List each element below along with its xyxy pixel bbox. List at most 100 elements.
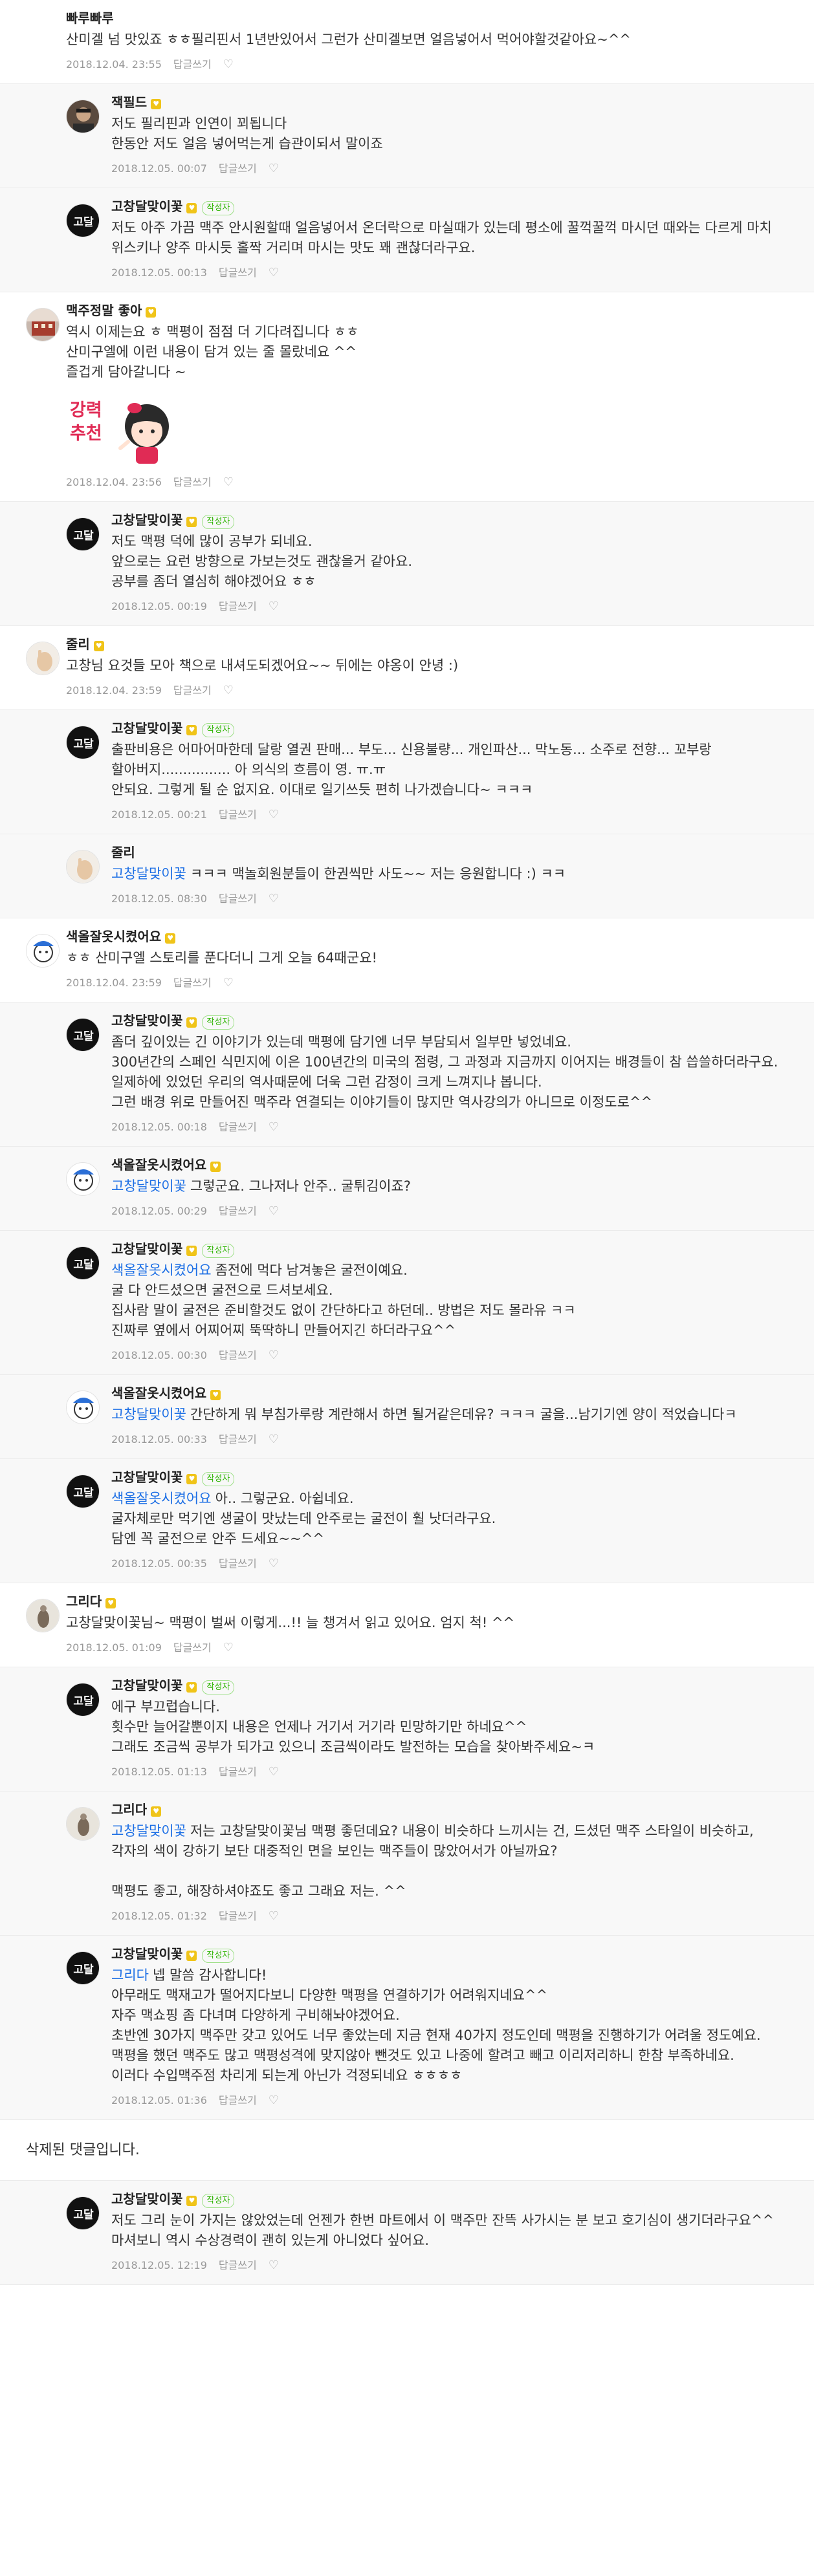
comment-meta: 2018.12.04. 23:56 답글쓰기 ♡ [66,475,788,490]
mention-link[interactable]: 고창달맞이꽃 [111,866,186,882]
heart-icon[interactable]: ♡ [223,475,234,489]
heart-icon[interactable]: ♡ [269,2258,279,2272]
heart-icon[interactable]: ♡ [269,1433,279,1446]
svg-text:고달: 고달 [73,737,94,751]
member-level-icon: ♥ [186,1473,197,1484]
avatar[interactable] [66,850,100,883]
reply-button[interactable]: 답글쓰기 [219,162,257,175]
reply-comment: 고달 고창달맞이꽃 ♥ 작성자 출판비용은 어마어마한데 달랑 열권 판매... 부도.… [0,710,814,834]
avatar[interactable]: 고달 [66,726,100,759]
author-name[interactable]: 색올잘옷시켰어요 [111,1157,206,1173]
reply-button[interactable]: 답글쓰기 [219,1557,257,1570]
mention-link[interactable]: 그리다 [111,1967,149,1983]
reply-button[interactable]: 답글쓰기 [219,1433,257,1445]
author-name[interactable]: 맥주정말 좋아 [66,303,142,318]
reply-button[interactable]: 답글쓰기 [173,58,212,70]
author-name[interactable]: 고창달맞이꽃 [111,512,182,528]
heart-icon[interactable]: ♡ [223,58,234,71]
mention-link[interactable]: 고창달맞이꽃 [111,1407,186,1422]
avatar[interactable]: 고달 [66,517,100,551]
comment-header: 고창달맞이꽃 ♥ 작성자 [111,720,788,737]
heart-icon[interactable]: ♡ [269,266,279,279]
reply-button[interactable]: 답글쓰기 [219,2259,257,2271]
reply-button[interactable]: 답글쓰기 [173,476,212,488]
comment-text: 저도 그리 눈이 가지는 않았었는데 언젠가 한번 마트에서 이 맥주만 잔뜩 … [111,2211,788,2251]
reply-button[interactable]: 답글쓰기 [219,1766,257,1778]
reply-comment: 고달 고창달맞이꽃 ♥ 작성자 그리다 넵 말씀 감사합니다! 아무래도 맥재고가 떨어지… [0,1936,814,2120]
reply-button[interactable]: 답글쓰기 [173,1641,212,1654]
avatar[interactable]: 고달 [66,1951,100,1985]
reply-button[interactable]: 답글쓰기 [219,1121,257,1133]
avatar[interactable]: 고달 [66,1683,100,1716]
mention-link[interactable]: 고창달맞이꽃 [111,1823,186,1839]
author-name[interactable]: 그리다 [66,1594,102,1609]
avatar[interactable]: 고달 [66,204,100,237]
heart-icon[interactable]: ♡ [269,1120,279,1134]
author-name[interactable]: 고창달맞이꽃 [111,720,182,736]
heart-icon[interactable]: ♡ [269,892,279,905]
author-name[interactable]: 색올잘옷시켰어요 [66,929,161,944]
author-name[interactable]: 고창달맞이꽃 [111,1241,182,1257]
heart-icon[interactable]: ♡ [269,1765,279,1779]
heart-icon[interactable]: ♡ [269,600,279,613]
comment-text: 고창달맞이꽃님~ 맥평이 벌써 이렇게...!! 늘 챙겨서 읽고 있어요. 엄… [66,1613,788,1633]
comment-meta: 2018.12.05. 01:13 답글쓰기 ♡ [111,1765,788,1779]
comment-date: 2018.12.05. 01:09 [66,1641,162,1654]
reply-button[interactable]: 답글쓰기 [173,684,212,697]
avatar[interactable] [26,308,60,341]
author-name[interactable]: 색올잘옷시켰어요 [111,1385,206,1401]
avatar[interactable]: 고달 [66,1475,100,1508]
heart-icon[interactable]: ♡ [269,808,279,821]
comment-text: 좀더 깊이있는 긴 이야기가 있는데 맥평에 담기엔 너무 부담되서 일부만 넣… [111,1032,788,1112]
avatar[interactable]: 고달 [66,2196,100,2230]
author-name[interactable]: 줄리 [66,636,90,652]
reply-button[interactable]: 답글쓰기 [219,1349,257,1361]
author-name[interactable]: 빠루빠루 [66,10,114,26]
heart-icon[interactable]: ♡ [269,1204,279,1218]
reply-button[interactable]: 답글쓰기 [173,977,212,989]
author-name[interactable]: 고창달맞이꽃 [111,1469,182,1485]
reply-button[interactable]: 답글쓰기 [219,266,257,279]
author-name[interactable]: 고창달맞이꽃 [111,1678,182,1693]
mention-link[interactable]: 색올잘옷시켰어요 [111,1262,212,1278]
author-badge: 작성자 [202,1243,235,1258]
author-badge: 작성자 [202,200,235,215]
author-name[interactable]: 고창달맞이꽃 [111,1013,182,1028]
author-name[interactable]: 그리다 [111,1802,147,1817]
heart-icon[interactable]: ♡ [269,162,279,175]
avatar[interactable]: 고달 [66,1018,100,1052]
avatar[interactable] [26,642,60,675]
mention-link[interactable]: 색올잘옷시켰어요 [111,1491,212,1506]
mention-link[interactable]: 고창달맞이꽃 [111,1178,186,1194]
reply-button[interactable]: 답글쓰기 [219,1910,257,1922]
heart-icon[interactable]: ♡ [269,1909,279,1923]
author-name[interactable]: 줄리 [111,845,135,860]
reply-button[interactable]: 답글쓰기 [219,2094,257,2106]
comment-body: 저도 필리핀과 인연이 꾀됩니다 한동안 저도 얼음 넣어먹는게 습관이되서 말… [111,116,383,151]
author-name[interactable]: 고창달맞이꽃 [111,2191,182,2207]
heart-icon[interactable]: ♡ [223,976,234,990]
svg-text:고달: 고달 [73,1694,94,1708]
heart-icon[interactable]: ♡ [223,684,234,697]
member-level-icon: ♥ [186,202,197,213]
reply-button[interactable]: 답글쓰기 [219,600,257,612]
reply-button[interactable]: 답글쓰기 [219,1205,257,1217]
avatar[interactable] [26,1599,60,1632]
author-name[interactable]: 고창달맞이꽃 [111,199,182,214]
reply-button[interactable]: 답글쓰기 [219,808,257,821]
heart-icon[interactable]: ♡ [269,1348,279,1362]
author-name[interactable]: 고창달맞이꽃 [111,1946,182,1962]
heart-icon[interactable]: ♡ [223,1641,234,1654]
reply-button[interactable]: 답글쓰기 [219,893,257,905]
avatar[interactable]: 고달 [66,1246,100,1280]
avatar[interactable] [26,934,60,968]
heart-icon[interactable]: ♡ [269,2094,279,2107]
avatar[interactable] [66,1391,100,1424]
comment-body: 산미겔 넘 맛있죠 ㅎㅎ필리핀서 1년반있어서 그런가 산미겔보면 얼음넣어서 … [66,32,632,47]
heart-icon[interactable]: ♡ [269,1557,279,1570]
avatar[interactable] [66,1162,100,1196]
avatar[interactable] [66,100,100,133]
avatar[interactable] [66,1807,100,1841]
comment-meta: 2018.12.05. 00:21 답글쓰기 ♡ [111,808,788,822]
author-name[interactable]: 잭필드 [111,94,147,110]
